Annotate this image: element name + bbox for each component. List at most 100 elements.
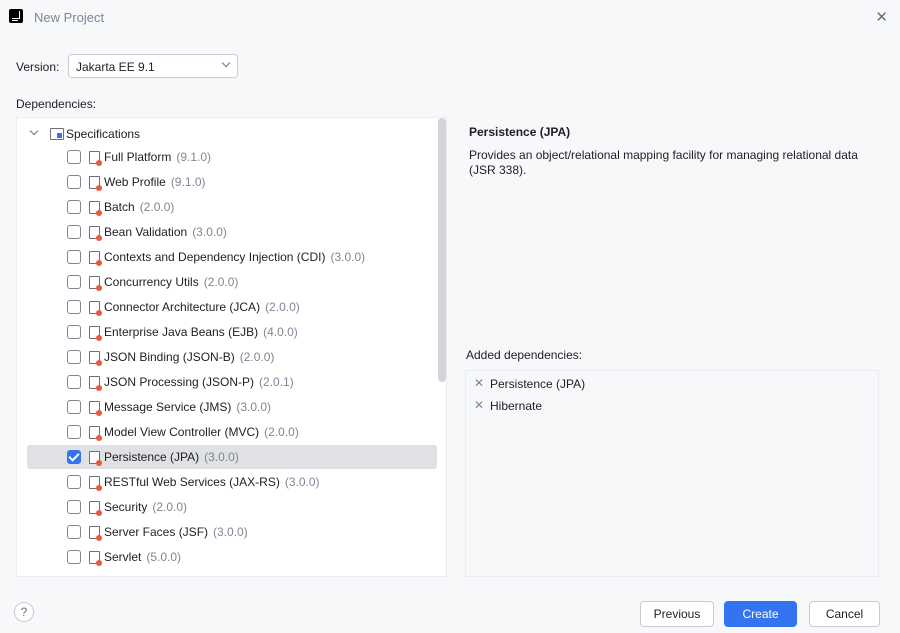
- spec-icon: [89, 551, 102, 566]
- dependency-checkbox[interactable]: [67, 150, 81, 164]
- dependency-name: Batch: [104, 200, 135, 214]
- dependency-version: (3.0.0): [330, 250, 366, 264]
- dependency-name: Message Service (JMS): [104, 400, 232, 414]
- tree-scrollbar[interactable]: [438, 118, 446, 382]
- chevron-down-icon: [221, 58, 231, 68]
- spec-icon: [89, 251, 102, 266]
- spec-icon: [89, 401, 102, 416]
- version-label: Version:: [16, 60, 60, 74]
- dependency-name: Enterprise Java Beans (EJB): [104, 325, 259, 339]
- dependency-name: Security: [104, 500, 148, 514]
- dependency-version: (3.0.0): [236, 400, 272, 414]
- dependency-name: Full Platform: [104, 150, 172, 164]
- dependency-label: Persistence (JPA) (3.0.0): [104, 450, 239, 464]
- description-text: Provides an object/relational mapping fa…: [469, 148, 858, 177]
- dependency-row[interactable]: Batch (2.0.0): [27, 195, 437, 219]
- help-button[interactable]: ?: [14, 602, 34, 622]
- tree-node-label: Specifications: [66, 127, 141, 141]
- spec-icon: [89, 526, 102, 541]
- dependencies-tree: Specifications Full Platform (9.1.0) Web P…: [16, 117, 447, 577]
- spec-icon: [89, 501, 102, 516]
- previous-button[interactable]: Previous: [640, 601, 714, 627]
- spec-icon: [89, 376, 102, 391]
- dependency-row[interactable]: Model View Controller (MVC) (2.0.0): [27, 420, 437, 444]
- dependency-row[interactable]: RESTful Web Services (JAX-RS) (3.0.0): [27, 470, 437, 494]
- added-dependency-name: Persistence (JPA): [490, 377, 586, 391]
- dependency-checkbox[interactable]: [67, 425, 81, 439]
- added-dependencies-label: Added dependencies:: [466, 348, 583, 362]
- dependency-row[interactable]: Concurrency Utils (2.0.0): [27, 270, 437, 294]
- dependency-version: (3.0.0): [284, 475, 320, 489]
- create-button[interactable]: Create: [724, 601, 797, 627]
- dependency-name: RESTful Web Services (JAX-RS): [104, 475, 280, 489]
- dependency-row[interactable]: Persistence (JPA) (3.0.0): [27, 445, 437, 469]
- added-dependency-name: Hibernate: [490, 399, 543, 413]
- dependency-checkbox[interactable]: [67, 275, 81, 289]
- dependency-row[interactable]: Web Profile (9.1.0): [27, 170, 437, 194]
- web-profile-icon: [89, 176, 102, 191]
- dependency-checkbox[interactable]: [67, 400, 81, 414]
- spec-icon: [89, 426, 102, 441]
- dependency-checkbox[interactable]: [67, 500, 81, 514]
- expand-arrow-icon[interactable]: [29, 126, 39, 136]
- spec-icon: [89, 476, 102, 491]
- dependency-checkbox[interactable]: [67, 450, 81, 464]
- dependency-version: (5.0.0): [146, 550, 182, 564]
- dependency-row[interactable]: Enterprise Java Beans (EJB) (4.0.0): [27, 320, 437, 344]
- dependency-version: (9.1.0): [170, 175, 206, 189]
- dependency-label: Message Service (JMS) (3.0.0): [104, 400, 271, 414]
- dependency-label: Server Faces (JSF) (3.0.0): [104, 525, 248, 539]
- dependency-version: (4.0.0): [263, 325, 298, 339]
- dependency-version: (9.1.0): [176, 150, 212, 164]
- dependency-row[interactable]: Bean Validation (3.0.0): [27, 220, 437, 244]
- dependency-checkbox[interactable]: [67, 300, 81, 314]
- dependency-name: Connector Architecture (JCA): [104, 300, 261, 314]
- close-icon[interactable]: ✕: [875, 8, 888, 26]
- dependency-label: Contexts and Dependency Injection (CDI) (…: [104, 250, 365, 264]
- added-dependencies-list: ✕ Persistence (JPA) ✕ Hibernate: [465, 370, 879, 577]
- dependency-label: JSON Processing (JSON-P) (2.0.1): [104, 375, 294, 389]
- dependency-row[interactable]: Message Service (JMS) (3.0.0): [27, 395, 437, 419]
- dependency-row[interactable]: JSON Processing (JSON-P) (2.0.1): [27, 370, 437, 394]
- dependency-checkbox[interactable]: [67, 200, 81, 214]
- tree-node-specifications[interactable]: Specifications: [17, 125, 437, 145]
- dependency-version: (2.0.0): [152, 500, 188, 514]
- dependency-checkbox[interactable]: [67, 350, 81, 364]
- version-dropdown[interactable]: Jakarta EE 9.1: [68, 54, 238, 78]
- dependency-label: Full Platform (9.1.0): [104, 150, 211, 164]
- dependency-row[interactable]: Server Faces (JSF) (3.0.0): [27, 520, 437, 544]
- spec-icon: [89, 326, 102, 341]
- cancel-button[interactable]: Cancel: [809, 601, 880, 627]
- dependency-version: (2.0.1): [259, 375, 294, 389]
- dependency-checkbox[interactable]: [67, 225, 81, 239]
- dependency-name: Servlet: [104, 550, 142, 564]
- description-title: Persistence (JPA): [469, 125, 571, 139]
- dependency-row[interactable]: Connector Architecture (JCA) (2.0.0): [27, 295, 437, 319]
- dependency-checkbox[interactable]: [67, 475, 81, 489]
- dependency-checkbox[interactable]: [67, 175, 81, 189]
- dependency-row[interactable]: Security (2.0.0): [27, 495, 437, 519]
- dependency-row[interactable]: JSON Binding (JSON-B) (2.0.0): [27, 345, 437, 369]
- dependency-version: (3.0.0): [213, 525, 248, 539]
- dependency-checkbox[interactable]: [67, 325, 81, 339]
- dependency-checkbox[interactable]: [67, 375, 81, 389]
- dependency-row[interactable]: Servlet (5.0.0): [27, 545, 437, 569]
- dependency-name: Contexts and Dependency Injection (CDI): [104, 250, 326, 264]
- folder-icon: [50, 128, 64, 140]
- remove-icon[interactable]: ✕: [474, 398, 484, 412]
- dependency-label: Bean Validation (3.0.0): [104, 225, 227, 239]
- dependency-version: (2.0.0): [264, 425, 299, 439]
- remove-icon[interactable]: ✕: [474, 376, 484, 390]
- dependency-checkbox[interactable]: [67, 525, 81, 539]
- dependency-version: (2.0.0): [203, 275, 239, 289]
- dependency-name: JSON Binding (JSON-B): [104, 350, 235, 364]
- dependency-version: (2.0.0): [239, 350, 275, 364]
- spec-icon: [89, 301, 102, 316]
- dependency-label: Servlet (5.0.0): [104, 550, 181, 564]
- dependency-row[interactable]: Full Platform (9.1.0): [27, 145, 437, 169]
- dependency-checkbox[interactable]: [67, 250, 81, 264]
- dependency-row[interactable]: Contexts and Dependency Injection (CDI) (…: [27, 245, 437, 269]
- dependency-name: Persistence (JPA): [104, 450, 200, 464]
- dependency-checkbox[interactable]: [67, 550, 81, 564]
- dependency-name: JSON Processing (JSON-P): [104, 375, 255, 389]
